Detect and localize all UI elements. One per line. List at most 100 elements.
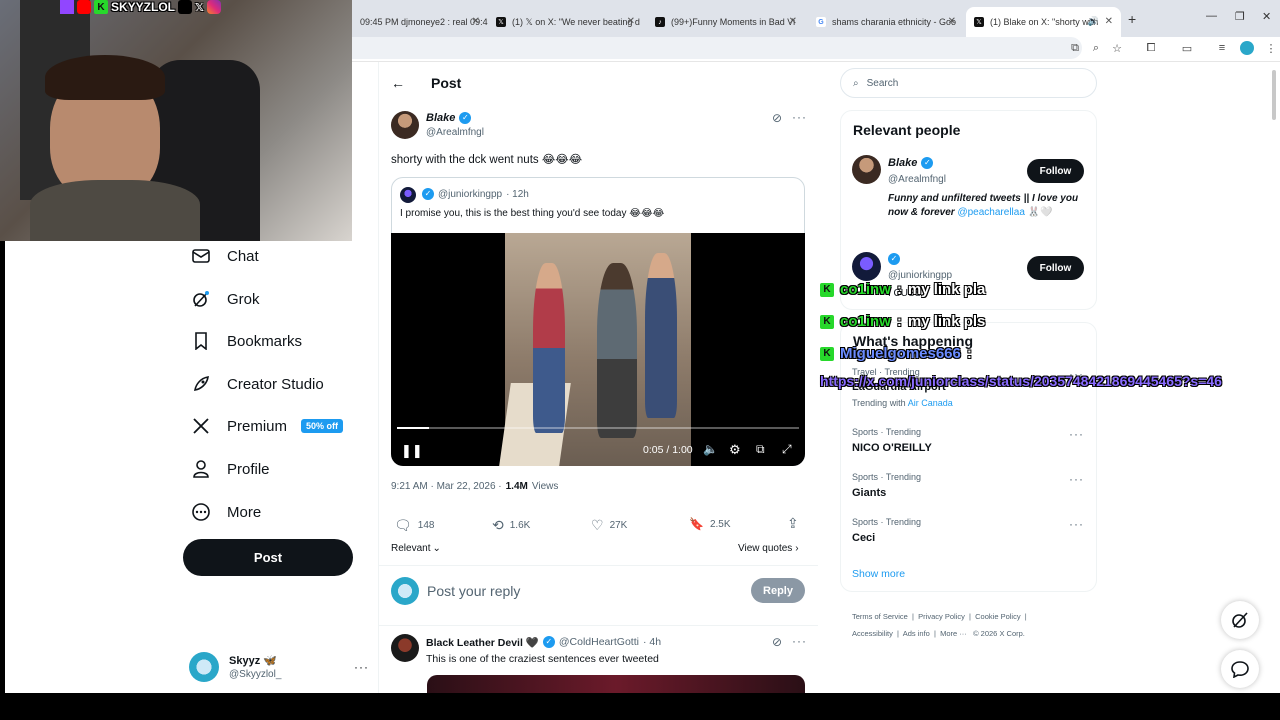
sidebar-item-chat[interactable]: Chat: [191, 241, 259, 271]
trend-sub-link[interactable]: Air Canada: [908, 398, 953, 408]
minimize-button[interactable]: —: [1206, 10, 1217, 22]
reply-count: 148: [417, 520, 435, 531]
share-icon[interactable]: ⇪: [787, 515, 799, 532]
trend-category: Sports · Trending: [852, 517, 922, 527]
repost-button[interactable]: ⟲ 1.6K: [492, 517, 530, 534]
avatar[interactable]: [391, 634, 419, 662]
fullscreen-icon[interactable]: ⤢: [782, 442, 792, 457]
bookmark-button[interactable]: 🔖 2.5K: [689, 517, 731, 531]
tab-title: (99+)Funny Moments in Bad Vi: [671, 17, 796, 27]
search-input[interactable]: ⌕ Search: [840, 68, 1097, 98]
grok-icon[interactable]: ⊘: [772, 635, 782, 649]
speaker-icon[interactable]: 🔊: [1088, 16, 1099, 27]
trend-item[interactable]: Sports · Trending NICO O'REILLY ···: [852, 427, 1084, 454]
trend-item[interactable]: Sports · Trending Giants ···: [852, 472, 1084, 499]
reply-input[interactable]: Post your reply: [427, 583, 520, 599]
restore-button[interactable]: ❐: [1235, 10, 1245, 23]
video-progress-fill: [397, 427, 430, 429]
footer-link[interactable]: Cookie Policy: [975, 612, 1020, 621]
install-icon[interactable]: ⧉: [1066, 40, 1084, 56]
avatar[interactable]: [852, 252, 881, 281]
close-icon[interactable]: ✕: [789, 16, 797, 27]
back-arrow-icon[interactable]: ←: [391, 75, 405, 91]
relevant-people-title: Relevant people: [853, 122, 961, 138]
close-icon[interactable]: ✕: [472, 16, 480, 27]
follow-button[interactable]: Follow: [1027, 159, 1084, 183]
reply-button[interactable]: 🗨 148: [394, 517, 434, 534]
more-dots-icon[interactable]: ···: [792, 634, 807, 648]
sidepanel-icon[interactable]: ▭: [1178, 40, 1196, 56]
reply-media[interactable]: [427, 675, 805, 693]
footer-link[interactable]: More ···: [940, 629, 967, 638]
footer-link[interactable]: Ads info: [903, 629, 930, 638]
profile-avatar[interactable]: [1240, 41, 1254, 55]
sidebar-item-more[interactable]: More: [191, 497, 261, 527]
sort-dropdown[interactable]: Relevant ⌄: [391, 543, 441, 554]
more-dots-icon[interactable]: ···: [1069, 427, 1084, 441]
more-dots-icon[interactable]: ···: [792, 110, 807, 124]
browser-tab[interactable]: 09:45 PM djmoneye2 : real 09:4 ✕: [352, 7, 488, 37]
chat-separator: :: [896, 313, 902, 330]
more-dots-icon[interactable]: ···: [1069, 517, 1084, 531]
star-icon[interactable]: ☆: [1108, 40, 1126, 56]
page-scrollbar[interactable]: [1272, 70, 1276, 120]
chat-message: K Miguelgomes666 :: [820, 345, 972, 362]
avatar[interactable]: [852, 155, 881, 184]
account-switcher[interactable]: Skyyz 🦋 @Skyyzlol_ ···: [189, 648, 369, 686]
reply-submit-button[interactable]: Reply: [751, 578, 805, 603]
trend-item[interactable]: Sports · Trending Ceci ···: [852, 517, 1084, 544]
grok-icon[interactable]: ⊘: [772, 111, 782, 125]
person-name-row[interactable]: ✓: [888, 253, 900, 265]
footer-link[interactable]: Terms of Service: [852, 612, 908, 621]
zoom-icon[interactable]: ⌕: [1087, 40, 1105, 56]
pip-icon[interactable]: ⧉: [756, 442, 765, 457]
sidebar-item-bookmarks[interactable]: Bookmarks: [191, 326, 302, 356]
footer-link[interactable]: Accessibility: [852, 629, 893, 638]
like-button[interactable]: ♡ 27K: [591, 517, 627, 534]
sidebar-item-premium[interactable]: Premium 50% off: [191, 411, 344, 441]
follow-button[interactable]: Follow: [1027, 256, 1084, 280]
show-more-link[interactable]: Show more: [852, 568, 905, 580]
avatar[interactable]: [391, 111, 419, 139]
browser-tab[interactable]: 𝕏 (1) 𝕏 on X: "We never beating d ✕: [488, 7, 643, 37]
media-icon[interactable]: ≡: [1213, 40, 1231, 56]
close-icon[interactable]: ✕: [1105, 16, 1113, 27]
menu-kebab-icon[interactable]: ⋮: [1262, 40, 1280, 56]
sidebar-post-button[interactable]: Post: [183, 539, 353, 576]
settings-gear-icon[interactable]: ⚙: [729, 442, 741, 458]
person-name-row[interactable]: Blake ✓: [888, 157, 934, 169]
volume-icon[interactable]: 🔈: [703, 442, 718, 456]
browser-tab[interactable]: G shams charania ethnicity - Goo ✕: [808, 7, 964, 37]
more-dots-icon[interactable]: ···: [354, 660, 369, 674]
x-icon: 𝕏: [195, 1, 204, 14]
sidebar-item-profile[interactable]: Profile: [191, 454, 270, 484]
divider: [379, 565, 818, 566]
video-progress-track[interactable]: [397, 427, 799, 429]
window-close-button[interactable]: ✕: [1262, 10, 1271, 23]
extensions-icon[interactable]: ⧠: [1142, 40, 1160, 56]
author-handle[interactable]: @Arealmfngl: [426, 127, 484, 138]
browser-tab[interactable]: ♪ (99+)Funny Moments in Bad Vi ✕: [647, 7, 805, 37]
post-timestamp[interactable]: 9:21 AM · Mar 22, 2026 ·: [391, 481, 502, 492]
new-tab-button[interactable]: +: [1128, 11, 1136, 27]
grok-float-button[interactable]: [1221, 601, 1259, 639]
view-quotes-link[interactable]: View quotes ›: [738, 543, 799, 554]
bio-mention-link[interactable]: @peacharellaa: [957, 207, 1024, 218]
bottom-letterbox: [0, 693, 1280, 720]
footer-link[interactable]: Privacy Policy: [918, 612, 965, 621]
browser-tab-active[interactable]: 𝕏 (1) Blake on X: "shorty with 🔊 ✕: [966, 7, 1121, 37]
pause-icon[interactable]: ❚❚: [401, 443, 423, 459]
sidebar-item-creator-studio[interactable]: Creator Studio: [191, 369, 324, 399]
kick-icon: K: [820, 314, 834, 329]
tab-title: (1) Blake on X: "shorty with: [990, 17, 1099, 27]
close-icon[interactable]: ✕: [627, 16, 635, 27]
google-icon: G: [816, 17, 826, 27]
more-dots-icon[interactable]: ···: [1069, 472, 1084, 486]
messages-float-button[interactable]: [1221, 650, 1259, 688]
close-icon[interactable]: ✕: [948, 16, 956, 27]
author-name-row[interactable]: Blake ✓: [426, 112, 472, 124]
reply-author-row[interactable]: Black Leather Devil 🖤 ✓ @ColdHeartGotti …: [426, 636, 661, 649]
sidebar-item-grok[interactable]: Grok: [191, 284, 260, 314]
address-bar[interactable]: [352, 37, 1082, 59]
webcam-overlay: K SKYYZLOL 𝕏: [0, 0, 352, 241]
